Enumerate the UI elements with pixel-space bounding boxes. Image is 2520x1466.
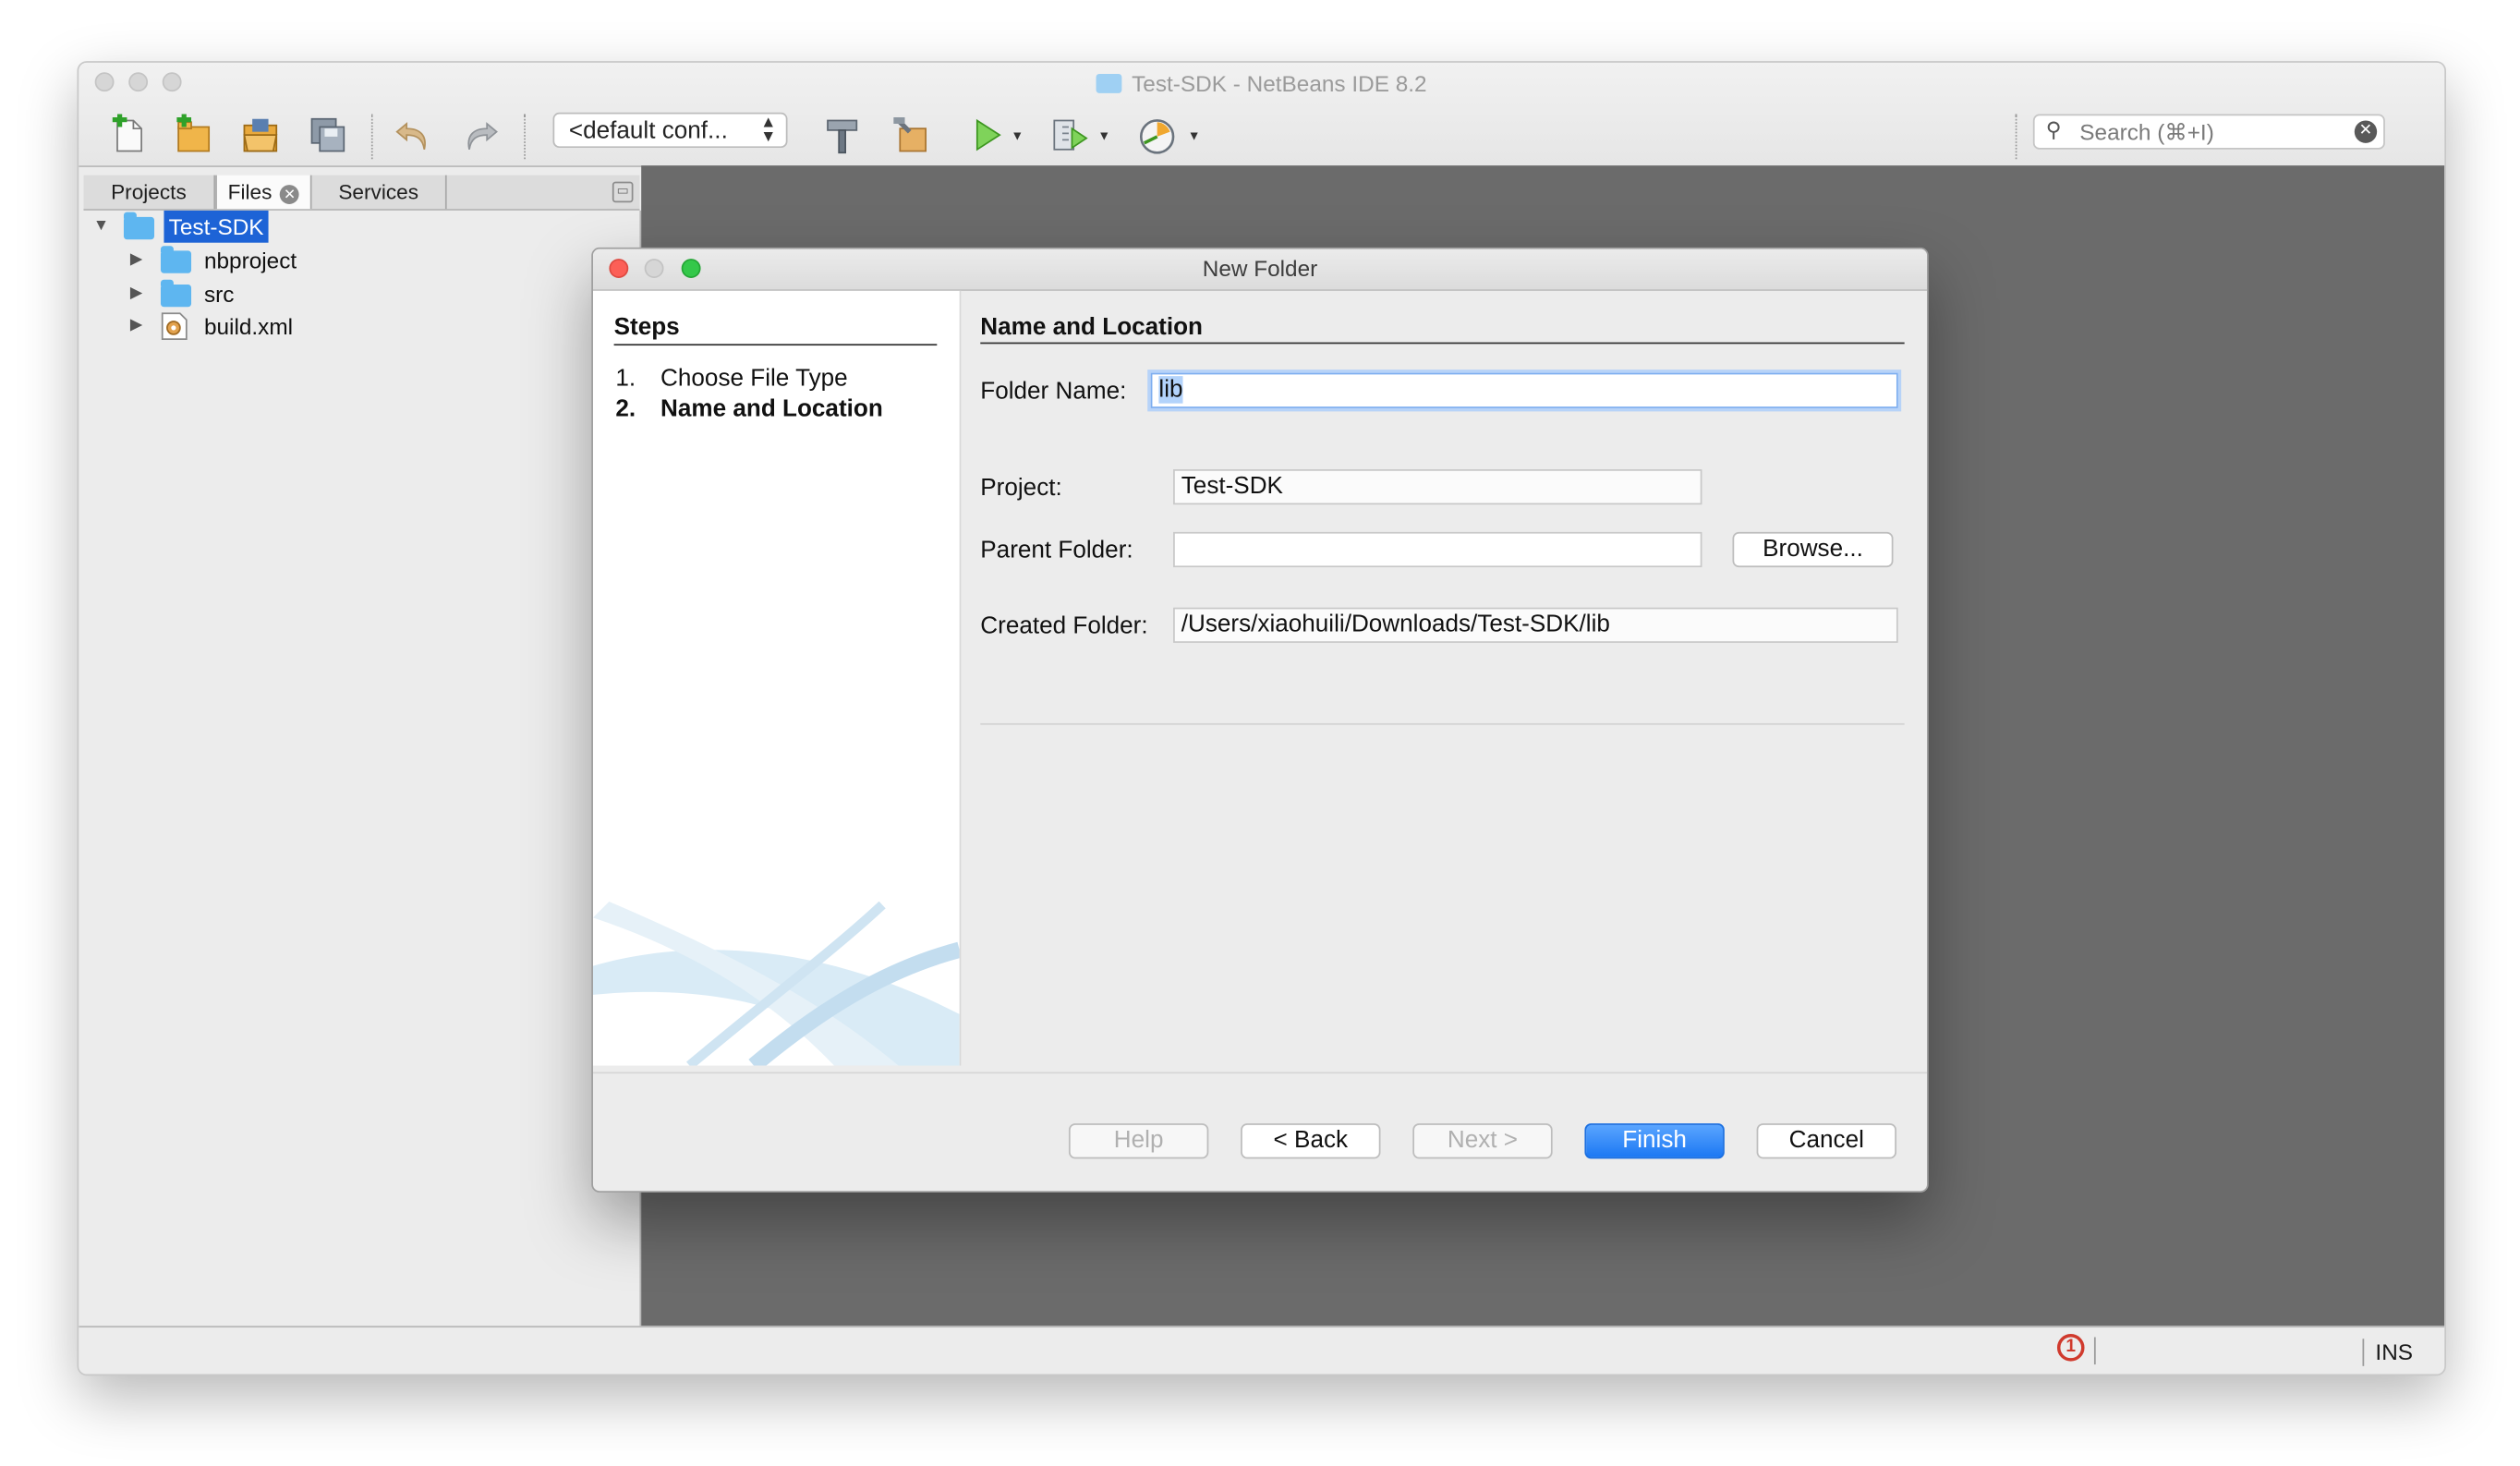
browse-button[interactable]: Browse...	[1732, 531, 1894, 568]
toolbar-separator	[370, 114, 373, 160]
project-value: Test-SDK	[1181, 472, 1283, 501]
collapsed-triangle-icon[interactable]: ▶	[130, 310, 142, 343]
finish-button[interactable]: Finish	[1584, 1123, 1725, 1159]
profile-dropdown-icon[interactable]: ▼	[1184, 113, 1204, 158]
status-separator	[2093, 1337, 2096, 1365]
search-icon: ⚲	[2045, 117, 2062, 142]
tree-item-label: build.xml	[203, 313, 294, 340]
content-divider	[980, 722, 1905, 725]
save-all-icon[interactable]	[306, 113, 351, 158]
new-folder-dialog: New Folder Steps 1. Choose File Type 2. Na…	[591, 247, 1929, 1193]
tab-label: Services	[338, 179, 419, 204]
tree-item-label: Test-SDK	[164, 210, 269, 243]
ant-build-file-icon	[161, 312, 188, 349]
file-tree: ▼ Test-SDK ▶ nbproject ▶ src ▶ build.xml	[83, 210, 642, 1327]
tab-services[interactable]: Services	[312, 175, 447, 210]
tree-item-src[interactable]: ▶ src	[83, 278, 639, 310]
insert-mode-indicator: INS	[2362, 1339, 2413, 1366]
screenshot: Test-SDK - NetBeans IDE 8.2 <default con…	[0, 0, 2520, 1465]
notification-icon[interactable]: 1	[2056, 1334, 2085, 1362]
step-label: Choose File Type	[660, 364, 848, 393]
step-label: Name and Location	[660, 394, 883, 423]
status-bar: 1 INS	[79, 1326, 2445, 1375]
netbeans-swoosh-graphic	[592, 902, 960, 1066]
new-file-icon[interactable]	[106, 113, 151, 158]
help-button[interactable]: Help	[1068, 1123, 1209, 1159]
next-button[interactable]: Next >	[1412, 1123, 1553, 1159]
panel-tab-bar: Projects Files ✕ Services ▭	[83, 175, 640, 211]
debug-icon[interactable]	[1048, 113, 1093, 158]
folder-name-input[interactable]: lib	[1150, 372, 1898, 408]
open-project-icon[interactable]	[237, 113, 283, 158]
tab-label: Files	[227, 179, 273, 204]
clean-build-icon[interactable]	[889, 113, 934, 158]
tree-item-test-sdk[interactable]: ▼ Test-SDK	[83, 210, 639, 243]
tree-item-label: src	[203, 281, 235, 308]
section-title: Name and Location	[980, 313, 1203, 341]
folder-icon	[1096, 74, 1122, 93]
tree-item-nbproject[interactable]: ▶ nbproject	[83, 244, 639, 276]
steps-panel: Steps 1. Choose File Type 2. Name and Loca…	[592, 290, 962, 1066]
debug-dropdown-icon[interactable]: ▼	[1095, 113, 1114, 158]
section-divider	[980, 342, 1905, 345]
configuration-select[interactable]: <default conf... ▲ ▼	[552, 112, 788, 149]
search-field[interactable]: ⚲ Search (⌘+I) ✕	[2032, 114, 2385, 150]
parent-folder-label: Parent Folder:	[980, 537, 1133, 564]
name-location-panel: Name and Location Folder Name: lib Proje…	[961, 291, 1927, 1066]
footer-divider	[592, 1072, 1928, 1074]
collapsed-triangle-icon[interactable]: ▶	[130, 244, 142, 276]
step-number: 2.	[615, 394, 636, 423]
tree-item-build-xml[interactable]: ▶ build.xml	[83, 310, 639, 343]
redo-icon[interactable]	[458, 113, 503, 158]
parent-folder-input[interactable]	[1173, 531, 1702, 568]
back-button[interactable]: < Back	[1241, 1123, 1381, 1159]
created-folder-value: /Users/xiaohuili/Downloads/Test-SDK/lib	[1181, 611, 1610, 638]
folder-icon	[160, 279, 192, 308]
search-placeholder: Search (⌘+I)	[2079, 118, 2214, 145]
clear-search-icon[interactable]: ✕	[2354, 120, 2378, 143]
step-choose-file-type: 1. Choose File Type	[615, 365, 847, 393]
profile-icon[interactable]	[1134, 113, 1180, 158]
steps-divider	[613, 344, 938, 346]
undo-icon[interactable]	[391, 113, 436, 158]
created-folder-field: /Users/xiaohuili/Downloads/Test-SDK/lib	[1173, 607, 1898, 643]
tab-projects[interactable]: Projects	[83, 175, 216, 210]
window-title: Test-SDK - NetBeans IDE 8.2	[79, 70, 2444, 97]
cancel-button[interactable]: Cancel	[1756, 1123, 1896, 1159]
tree-item-label: nbproject	[203, 247, 297, 273]
tab-files[interactable]: Files ✕	[215, 175, 312, 210]
expanded-triangle-icon[interactable]: ▼	[93, 211, 109, 243]
project-field: Test-SDK	[1173, 469, 1702, 505]
dialog-title: New Folder	[1202, 255, 1318, 282]
close-tab-icon[interactable]: ✕	[280, 185, 299, 204]
build-hammer-icon[interactable]	[819, 113, 865, 158]
dialog-title-bar: New Folder	[592, 248, 1928, 291]
created-folder-label: Created Folder:	[980, 612, 1148, 640]
tab-label: Projects	[111, 179, 187, 204]
collapsed-triangle-icon[interactable]: ▶	[130, 278, 142, 310]
step-number: 1.	[615, 364, 636, 393]
folder-name-label: Folder Name:	[980, 377, 1127, 406]
step-name-and-location: 2. Name and Location	[615, 395, 882, 423]
run-icon[interactable]	[964, 113, 1010, 158]
up-down-arrows-icon: ▲ ▼	[760, 114, 777, 147]
project-label: Project:	[980, 474, 1062, 502]
toolbar-separator	[2015, 114, 2017, 160]
run-dropdown-icon[interactable]: ▼	[1008, 113, 1027, 158]
window-title-text: Test-SDK - NetBeans IDE 8.2	[1132, 70, 1427, 97]
new-project-icon[interactable]	[170, 113, 215, 158]
folder-name-value: lib	[1158, 376, 1183, 404]
folder-icon	[160, 246, 192, 273]
toolbar-separator	[524, 114, 526, 160]
minimize-panel-icon[interactable]: ▭	[612, 181, 634, 203]
notification-count: 1	[2066, 1337, 2077, 1357]
configuration-value: <default conf...	[568, 117, 728, 145]
title-toolbar-area: Test-SDK - NetBeans IDE 8.2 <default con…	[79, 62, 2445, 167]
folder-icon	[123, 212, 155, 240]
steps-header: Steps	[613, 313, 680, 341]
